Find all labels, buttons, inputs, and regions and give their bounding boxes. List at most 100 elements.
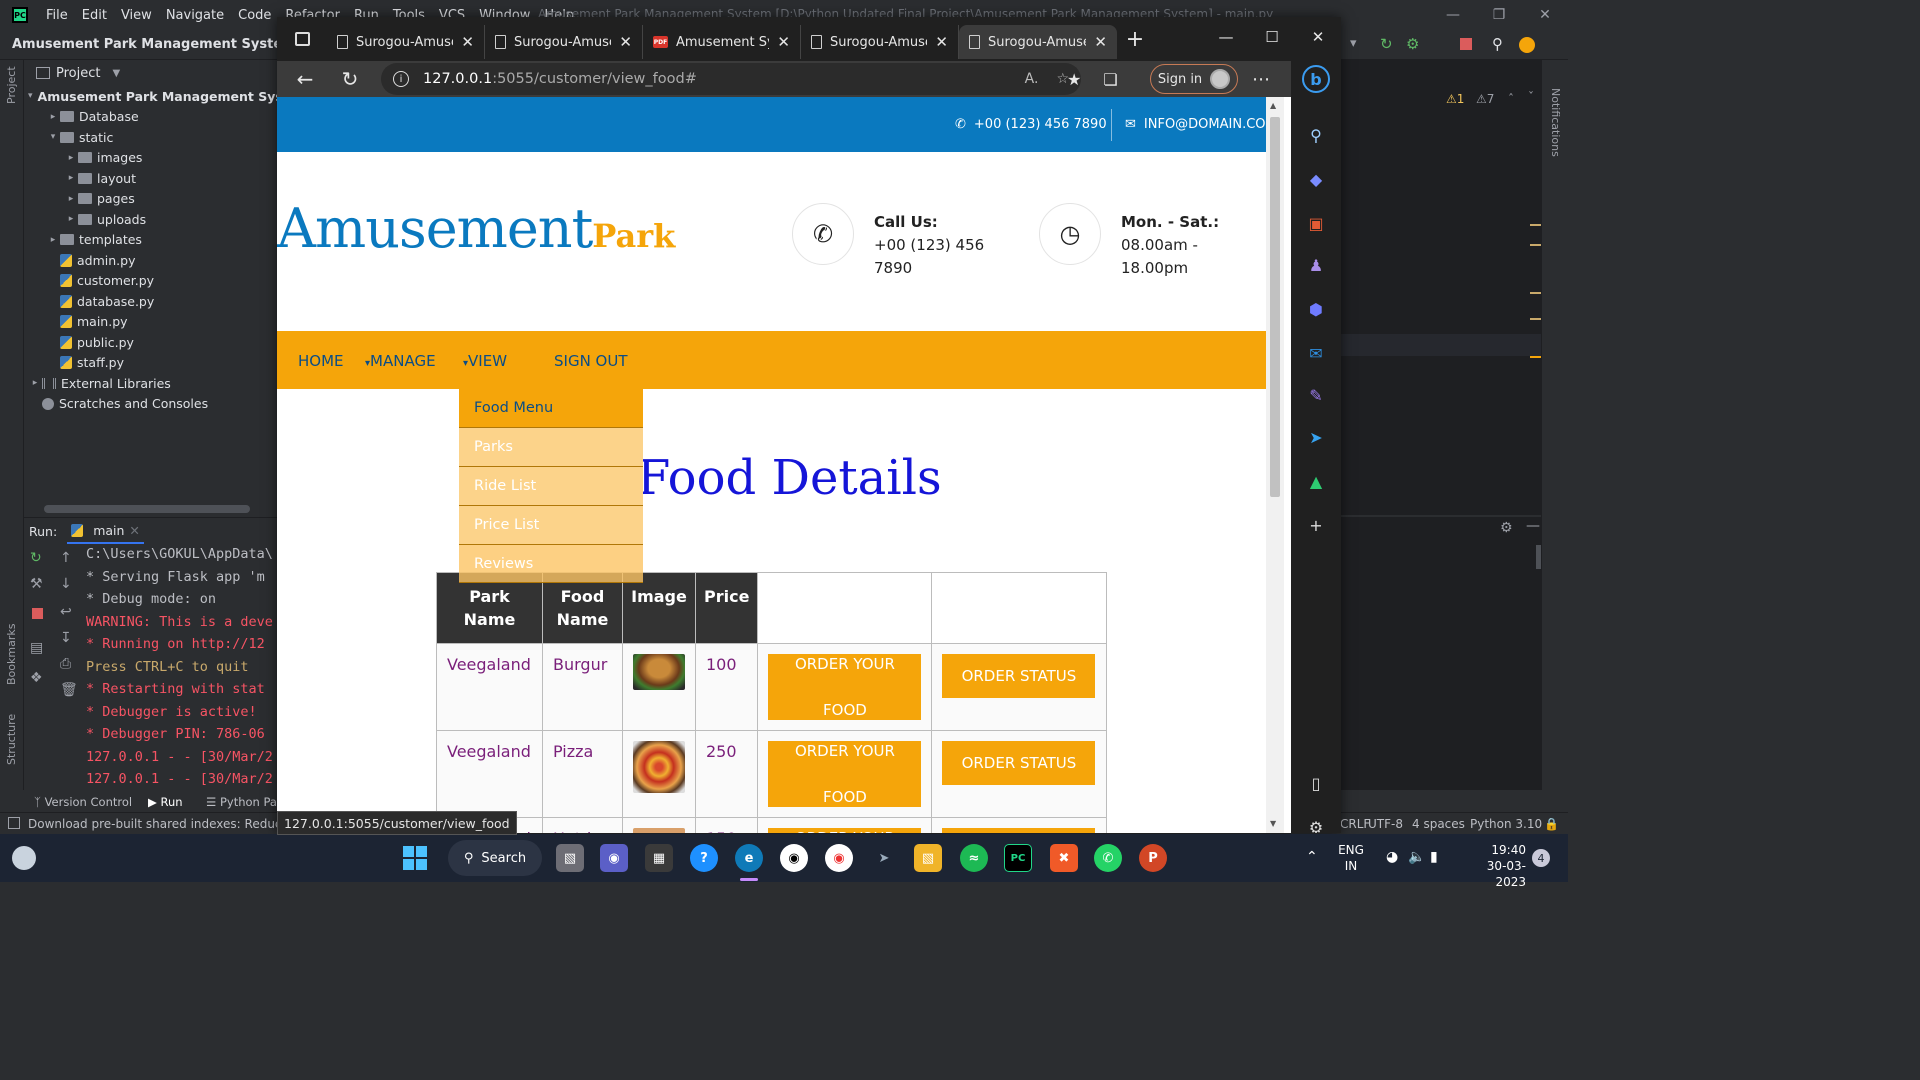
close-icon[interactable]: ✕ [1094,33,1107,51]
scroll-to-end-icon[interactable]: ↧ [60,630,72,646]
collections-icon[interactable]: ❏ [1103,70,1117,89]
bookmarks-tool-tab[interactable]: Bookmarks [5,624,18,685]
project-breadcrumb[interactable]: Amusement Park Management System [12,37,296,52]
tree-item[interactable]: customer.py [28,271,277,292]
pycharm-icon[interactable]: PC [1004,844,1032,872]
clock[interactable]: 19:40 30-03-2023 [1460,842,1526,890]
tree-item[interactable]: ▸ images [28,148,277,169]
nav-home[interactable]: HOME [298,352,344,370]
search-icon[interactable]: ⚲ [1304,123,1328,147]
tools-icon[interactable]: ▣ [1304,211,1328,235]
teams-icon[interactable]: ◉ [600,844,628,872]
site-logo[interactable]: AmusementPark [277,197,675,260]
rerun-icon[interactable]: ↻ [30,550,42,566]
notification-badge[interactable]: 4 [1532,849,1550,867]
outlook-icon[interactable]: ✉ [1304,341,1328,365]
order-your-food-button[interactable]: ORDER YOUR FOOD [768,654,922,720]
chevron-down-icon[interactable]: ▼ [112,68,120,79]
topbar-email-address[interactable]: INFO@DOMAIN.COM [1144,117,1266,132]
battery-icon[interactable]: ▮ [1430,849,1438,865]
wrench-icon[interactable]: ⚒ [30,576,43,592]
menu-code[interactable]: Code [238,8,271,23]
lock-icon[interactable]: 🔒 [1544,817,1559,831]
debug-icon[interactable]: ⚙ [1406,35,1419,53]
tree-item[interactable]: staff.py [28,353,277,374]
weak-warning-count[interactable]: ⚠7 [1476,92,1494,106]
send-icon[interactable]: ➤ [1304,425,1328,449]
status-message[interactable]: Download pre-built shared indexes: Reduc… [28,817,305,831]
close-icon[interactable]: ✕ [777,33,790,51]
tree-item[interactable]: ▸ layout [28,168,277,189]
microsoft-365-icon[interactable]: ⬢ [1304,297,1328,321]
browser-tab[interactable]: Surogou-Amusem ✕ [959,25,1117,59]
print-icon[interactable]: ⎙ [60,656,71,672]
browser-tab[interactable]: Surogou-Amusem ✕ [801,25,959,59]
read-aloud-icon[interactable]: A. [1025,71,1039,87]
notifications-tool-tab[interactable]: Notifications [1549,88,1562,157]
scroll-down-icon[interactable]: ▼ [1270,819,1276,828]
edge-icon[interactable]: e [735,844,763,872]
warning-count[interactable]: ⚠1 [1446,92,1464,106]
bing-icon[interactable]: b [1302,65,1330,93]
order-status-button[interactable]: ORDER STATUS [942,654,1096,698]
close-icon[interactable]: ✕ [461,33,474,51]
version-control-tab[interactable]: ᛉ Version Control [34,795,132,809]
page-scrollbar[interactable]: ▲ ▼ [1266,97,1284,833]
maximize-icon[interactable]: ☐ [1249,17,1295,57]
microsoft-store-icon[interactable]: ▦ [645,844,673,872]
soft-wrap-icon[interactable]: ↩ [60,604,72,620]
chevron-up-icon[interactable]: ˆ [1508,92,1514,106]
favorites-icon[interactable]: ★ [1067,70,1081,89]
rerun-icon[interactable]: ↻ [1380,35,1393,53]
shopping-tag-icon[interactable]: ◆ [1304,167,1328,191]
tree-item[interactable]: admin.py [28,250,277,271]
wifi-icon[interactable]: ◕ [1386,849,1398,865]
whatsapp-icon[interactable]: ✆ [1094,844,1122,872]
tree-item[interactable]: ▸ templates [28,230,277,251]
tree-item[interactable]: main.py [28,312,277,333]
stop-icon[interactable] [1460,38,1472,50]
nav-sign-out[interactable]: SIGN OUT [554,352,628,370]
layout-icon[interactable]: ▤ [30,640,43,656]
info-icon[interactable]: i [393,71,409,87]
structure-tool-tab[interactable]: Structure [5,714,18,765]
gear-icon[interactable]: ⚙ [1500,520,1513,536]
menu-navigate[interactable]: Navigate [166,8,224,23]
order-status-button[interactable]: ORDER STATUS [942,828,1096,833]
dropdown-item-food-menu[interactable]: Food Menu [459,389,643,428]
add-icon[interactable]: + [1304,513,1328,537]
python-interpreter[interactable]: Python 3.10 [1470,817,1542,831]
weather-icon[interactable] [12,846,36,870]
dropdown-item-reviews[interactable]: Reviews [459,545,643,583]
project-horizontal-scrollbar[interactable] [44,505,250,513]
designer-icon[interactable]: ✎ [1304,383,1328,407]
chevron-up-icon[interactable]: ⌃ [1306,849,1318,865]
tree-item[interactable]: ▾ Amusement Park Management Syste [28,86,297,107]
stop-icon[interactable] [32,608,43,619]
spotify-icon[interactable]: ≈ [960,844,988,872]
browser-tab[interactable]: Surogou-Amusem ✕ [485,25,643,59]
dropdown-item-ride-list[interactable]: Ride List [459,467,643,506]
tree-item[interactable]: ▸ uploads [28,209,277,230]
refresh-button[interactable]: ↻ [330,63,370,95]
close-icon[interactable]: ✕ [1295,17,1341,57]
close-icon[interactable]: ✕ [129,523,139,538]
games-icon[interactable]: ♟ [1304,253,1328,277]
sign-in-button[interactable]: Sign in [1150,64,1238,94]
close-icon[interactable]: ✕ [935,33,948,51]
menu-file[interactable]: File [46,8,68,23]
run-tab-main[interactable]: main ✕ [67,518,144,544]
hide-panel-icon[interactable]: — [1526,518,1540,534]
chevron-down-icon[interactable]: ˇ [1528,90,1534,104]
order-your-food-button[interactable]: ORDER YOUR FOOD [768,741,922,807]
volume-icon[interactable]: 🔈 [1408,849,1425,865]
tree-item[interactable]: database.py [28,291,277,312]
file-encoding[interactable]: UTF-8 [1368,817,1403,831]
order-status-button[interactable]: ORDER STATUS [942,741,1096,785]
tree-item[interactable]: public.py [28,332,277,353]
more-options-icon[interactable]: ⋯ [1252,61,1270,97]
run-tool-tab[interactable]: ▶ Run [148,795,183,809]
run-config-chevron-icon[interactable]: ▾ [1350,36,1357,51]
start-button[interactable] [403,846,427,870]
back-button[interactable]: ← [285,63,325,95]
